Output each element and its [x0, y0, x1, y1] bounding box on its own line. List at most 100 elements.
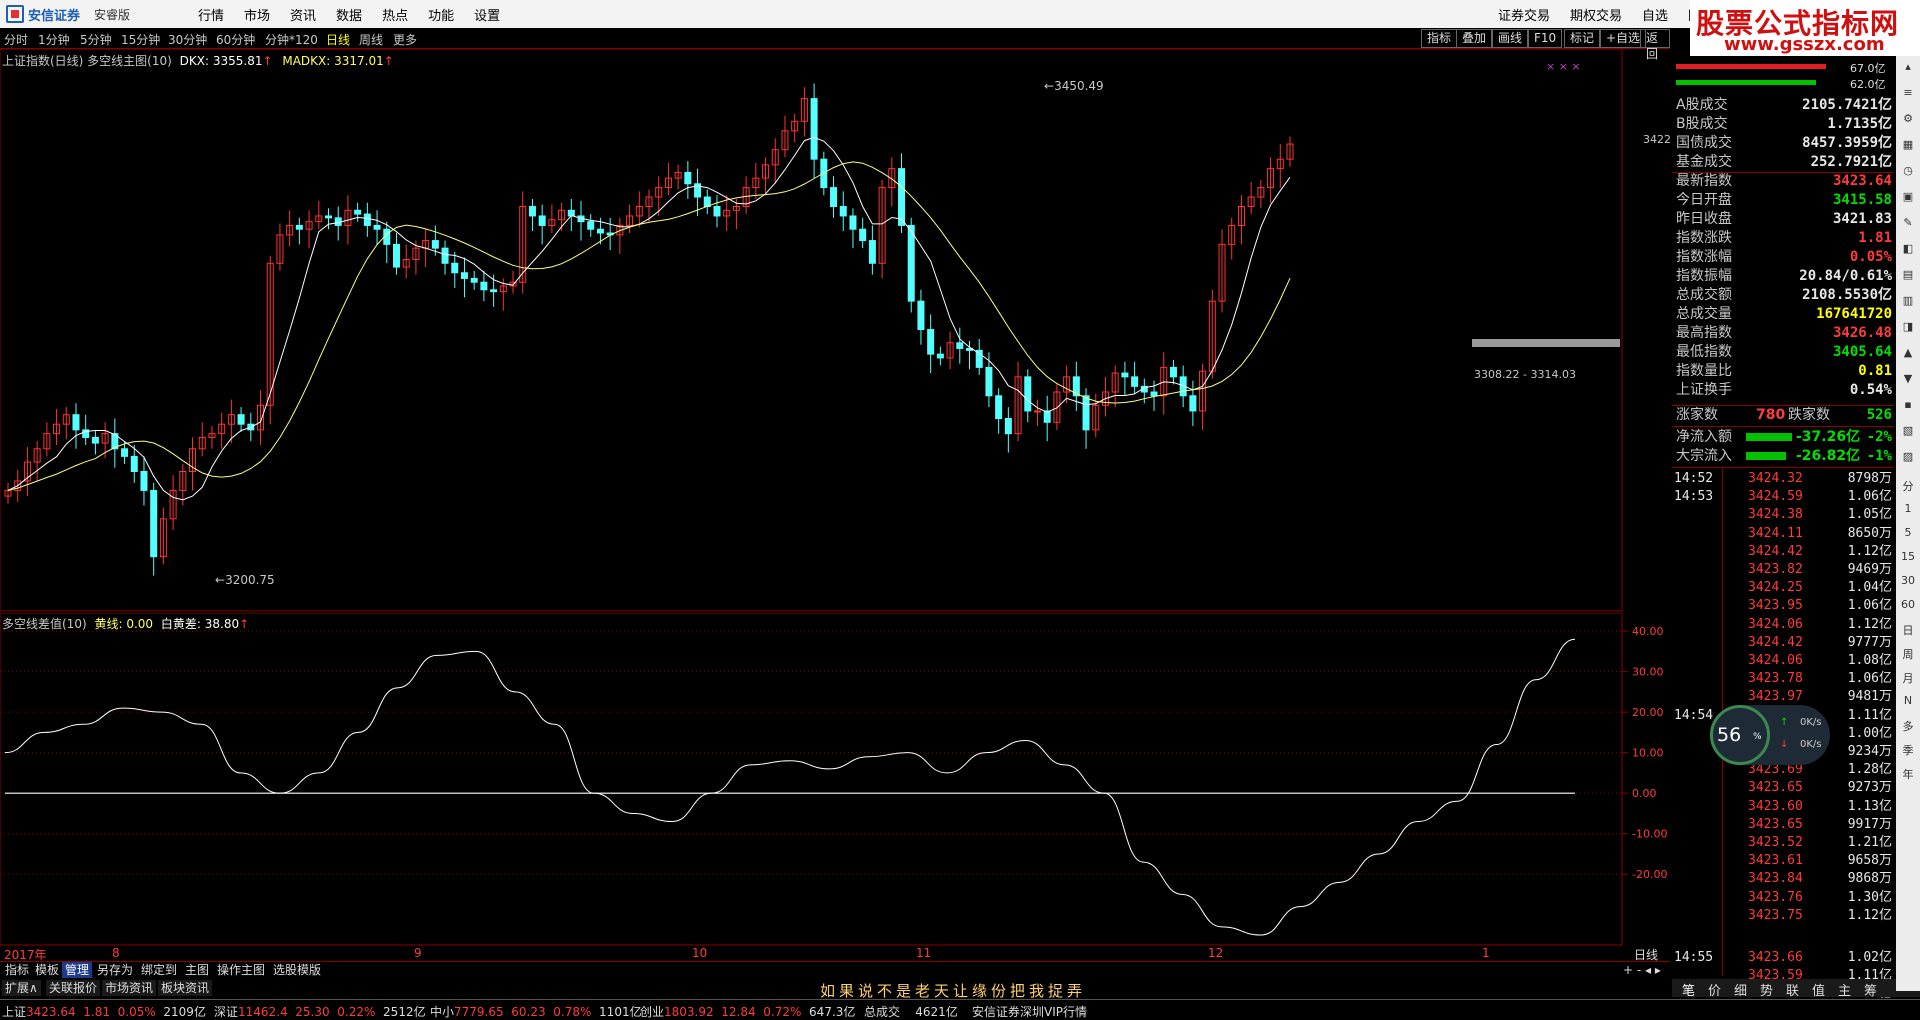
sidebar-tool-icon[interactable]: ⚙: [1898, 112, 1918, 125]
stat-label: 上证换手: [1676, 381, 1732, 399]
menu-item-market[interactable]: 市场: [244, 5, 270, 24]
sidebar-tool-icon[interactable]: ▴: [1898, 60, 1918, 73]
tab-main[interactable]: 主: [1838, 980, 1851, 999]
status-sz[interactable]: 深证11462.4 25.30 0.22% 2512亿: [214, 1003, 426, 1020]
sidebar-tool-icon[interactable]: ≡: [1898, 86, 1918, 99]
network-speed-widget[interactable]: 56 % ↑ 0K/s ↓ 0K/s: [1710, 705, 1830, 765]
tab-template[interactable]: 模板: [32, 962, 62, 978]
sidebar-period-2[interactable]: 5: [1898, 526, 1918, 539]
menu-item-data[interactable]: 数据: [336, 5, 362, 24]
period-tick[interactable]: 分时: [4, 31, 28, 48]
tab-linked[interactable]: 联: [1786, 980, 1799, 999]
menu-item-options[interactable]: 期权交易: [1570, 5, 1622, 24]
tab-prices[interactable]: 价: [1708, 980, 1721, 999]
indicator-button[interactable]: 指标: [1421, 29, 1457, 48]
status-gem[interactable]: 创业1803.92 12.84 0.72% 647.3亿: [640, 1003, 855, 1020]
sidebar-tool-icon[interactable]: ◧: [1898, 242, 1918, 255]
status-sh[interactable]: 上证3423.64 1.81 0.05% 2109亿: [2, 1003, 206, 1020]
sidebar-period-1[interactable]: 1: [1898, 502, 1918, 515]
sidebar-period-9[interactable]: N: [1898, 694, 1918, 707]
net-inflow-bar: [1746, 433, 1792, 441]
indicator-pane[interactable]: 40.0030.0020.0010.000.00-10.00-20.00 多空线…: [0, 613, 1670, 946]
tab-operate-main[interactable]: 操作主图: [214, 962, 268, 978]
period-5min[interactable]: 5分钟: [80, 31, 112, 48]
draw-button[interactable]: 画线: [1492, 29, 1528, 48]
tab-trend[interactable]: 势: [1760, 980, 1773, 999]
menu-item-quotes[interactable]: 行情: [198, 5, 224, 24]
candlestick-chart-pane[interactable]: 上证指数(日线) 多空线主图(10) DKX: 3355.81↑ MADKX: …: [0, 49, 1670, 612]
candle-body: [92, 437, 98, 443]
tab-detail[interactable]: 细: [1734, 980, 1747, 999]
sidebar-period-7[interactable]: 周: [1898, 646, 1918, 662]
period-more[interactable]: 更多: [393, 31, 417, 48]
sidebar-tool-icon[interactable]: ▦: [1898, 138, 1918, 151]
candlestick-chart[interactable]: [0, 49, 1670, 612]
tab-trades[interactable]: 笔: [1682, 980, 1695, 999]
status-sme[interactable]: 中小7779.65 60.23 0.78% 1101亿: [430, 1003, 642, 1020]
sidebar-period-4[interactable]: 30: [1898, 574, 1918, 587]
sidebar-tool-icon[interactable]: ▥: [1898, 294, 1918, 307]
sidebar-tool-icon[interactable]: ▼: [1898, 372, 1918, 385]
period-120min[interactable]: 分钟*120: [265, 31, 318, 48]
yellow-line-label: 黄线:: [94, 617, 122, 631]
signal-marks: × × ×: [1546, 60, 1581, 73]
tab-chips[interactable]: 筹: [1864, 980, 1877, 999]
menu-item-trade[interactable]: 证券交易: [1498, 5, 1550, 24]
dkx-label: DKX:: [180, 54, 209, 68]
menu-item-functions[interactable]: 功能: [428, 5, 454, 24]
tab-sector-news[interactable]: 板块资讯: [158, 980, 212, 996]
tab-value[interactable]: 值: [1812, 980, 1825, 999]
sidebar-tool-icon[interactable]: ▲: [1898, 346, 1918, 359]
overlay-button[interactable]: 叠加: [1456, 29, 1492, 48]
period-1min[interactable]: 1分钟: [38, 31, 70, 48]
sidebar-period-6[interactable]: 日: [1898, 622, 1918, 638]
sidebar-period-5[interactable]: 60: [1898, 598, 1918, 611]
f10-button[interactable]: F10: [1528, 29, 1562, 48]
period-15min[interactable]: 15分钟: [121, 31, 160, 48]
tab-save-as[interactable]: 另存为: [94, 962, 136, 978]
tab-indicator[interactable]: 指标: [2, 962, 32, 978]
stat-row: A股成交2105.7421亿: [1676, 96, 1892, 114]
stat-row: 指数量比0.81: [1676, 362, 1892, 380]
zoom-controls[interactable]: + - ◂ ▸: [1620, 962, 1664, 978]
sidebar-tool-icon[interactable]: ▪: [1898, 398, 1918, 411]
tab-related-quotes[interactable]: 关联报价: [46, 980, 100, 996]
y-tick-label: -20.00: [1632, 868, 1667, 881]
sidebar-period-8[interactable]: 月: [1898, 670, 1918, 686]
period-30min[interactable]: 30分钟: [168, 31, 207, 48]
sidebar-tool-icon[interactable]: ▨: [1898, 450, 1918, 463]
indicator-chart[interactable]: 40.0030.0020.0010.000.00-10.00-20.00: [0, 613, 1670, 946]
menu-item-watchlist[interactable]: 自选: [1642, 5, 1668, 24]
candle-body: [597, 229, 603, 233]
sidebar-tool-icon[interactable]: ◷: [1898, 164, 1918, 177]
menu-item-settings[interactable]: 设置: [474, 5, 500, 24]
period-weekly[interactable]: 周线: [359, 31, 383, 48]
menu-item-news[interactable]: 资讯: [290, 5, 316, 24]
sidebar-period-3[interactable]: 15: [1898, 550, 1918, 563]
tab-bind[interactable]: 绑定到: [138, 962, 180, 978]
tab-main-chart[interactable]: 主图: [182, 962, 212, 978]
axis-month-oct: 10: [692, 946, 707, 960]
tab-stock-template[interactable]: 选股模版: [270, 962, 324, 978]
sidebar-period-0[interactable]: 分: [1898, 478, 1918, 494]
candle-body: [442, 248, 448, 263]
low-annotation: ←3200.75: [215, 573, 275, 587]
back-button[interactable]: 返回: [1640, 29, 1670, 48]
candle-body: [1122, 373, 1128, 377]
tab-expand[interactable]: 扩展∧: [2, 980, 41, 996]
period-daily[interactable]: 日线: [326, 31, 350, 48]
sidebar-period-12[interactable]: 年: [1898, 766, 1918, 782]
menu-item-hot[interactable]: 热点: [382, 5, 408, 24]
sidebar-tool-icon[interactable]: ▣: [1898, 190, 1918, 203]
period-60min[interactable]: 60分钟: [216, 31, 255, 48]
tab-manage[interactable]: 管理: [62, 962, 92, 978]
sidebar-period-10[interactable]: 多: [1898, 718, 1918, 734]
sidebar-tool-icon[interactable]: ✎: [1898, 216, 1918, 229]
sidebar-tool-icon[interactable]: ▤: [1898, 268, 1918, 281]
mark-button[interactable]: 标记: [1564, 29, 1600, 48]
tab-market-news[interactable]: 市场资讯: [102, 980, 156, 996]
sidebar-tool-icon[interactable]: ▧: [1898, 424, 1918, 437]
candle-body: [1083, 396, 1089, 430]
sidebar-period-11[interactable]: 季: [1898, 742, 1918, 758]
sidebar-tool-icon[interactable]: ◨: [1898, 320, 1918, 333]
